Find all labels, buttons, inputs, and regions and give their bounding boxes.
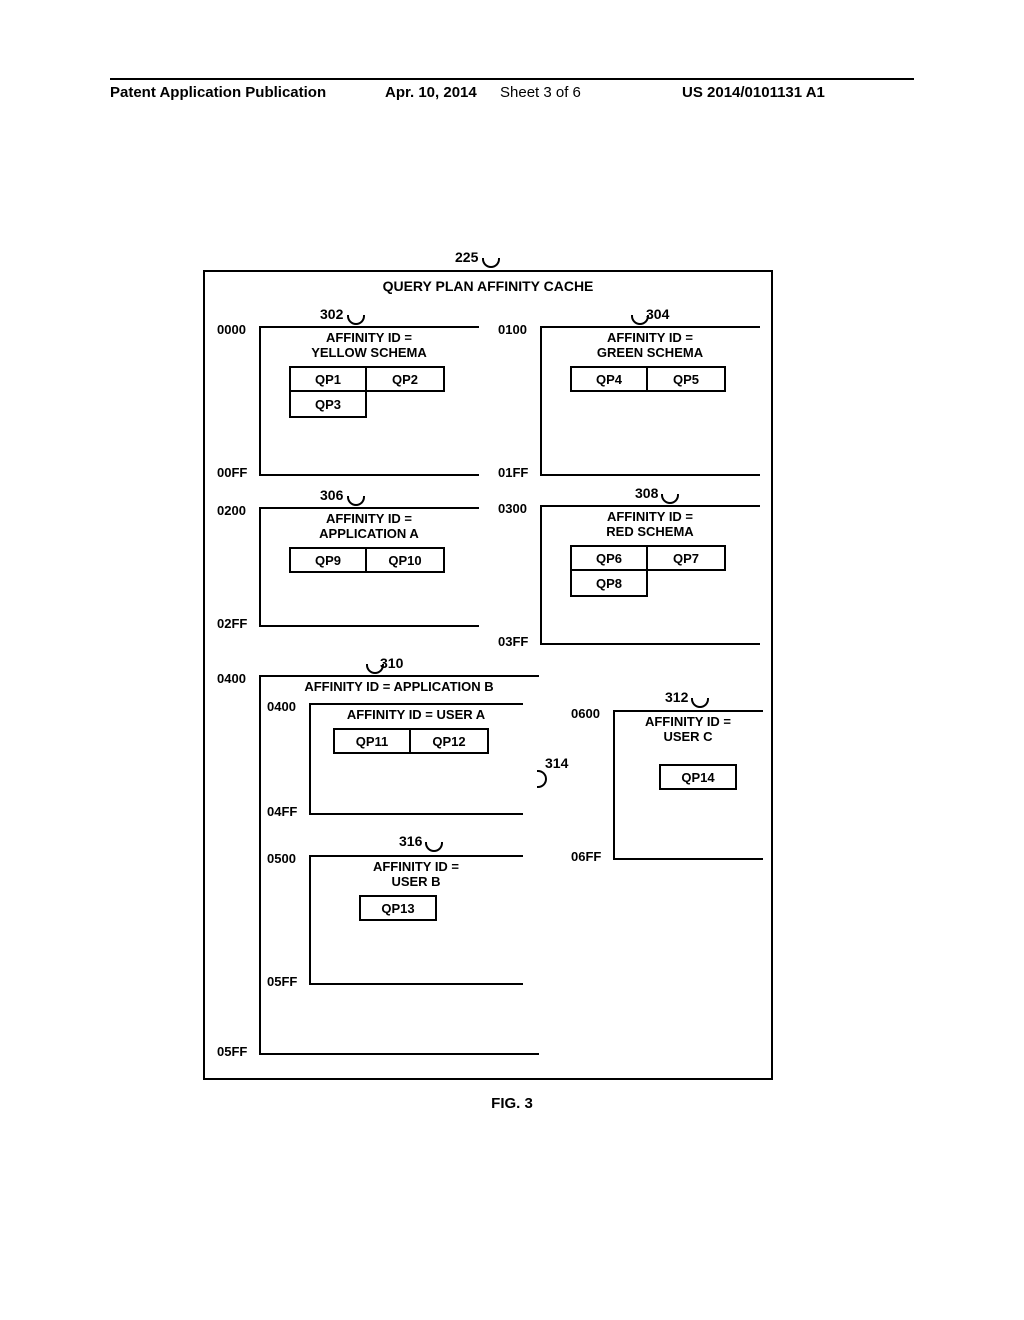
block-frame (259, 326, 479, 476)
block-frame (540, 326, 760, 476)
header-pubno: US 2014/0101131 A1 (682, 84, 825, 101)
ref-304: 304 (646, 306, 669, 322)
addr-0400: 0400 (267, 699, 296, 714)
hook-225-icon (482, 258, 500, 268)
block-frame (613, 710, 763, 860)
query-plan-affinity-cache: QUERY PLAN AFFINITY CACHE 302 0000 00FF … (203, 270, 773, 1080)
addr-02ff: 02FF (217, 616, 247, 631)
ref-306: 306 (320, 487, 343, 503)
hook-302-icon (347, 315, 365, 325)
block-frame (259, 507, 479, 627)
hook-308-icon (661, 494, 679, 504)
block-frame (309, 855, 523, 985)
addr-0100: 0100 (498, 322, 527, 337)
ref-316: 316 (399, 833, 422, 849)
block-yellow-schema: 0000 00FF AFFINITY ID = YELLOW SCHEMA QP… (259, 326, 479, 476)
ref-310: 310 (380, 655, 403, 671)
block-frame (540, 505, 760, 645)
hook-312-icon (691, 698, 709, 708)
cache-title: QUERY PLAN AFFINITY CACHE (205, 278, 771, 294)
header-date: Apr. 10, 2014 (385, 84, 477, 101)
figure-label: FIG. 3 (0, 1095, 1024, 1112)
block-user-a: 0400 04FF AFFINITY ID = USER A QP11 QP12 (309, 703, 523, 815)
addr-0400-outer: 0400 (217, 671, 246, 686)
block-user-c: 0600 06FF AFFINITY ID = USER C QP14 (613, 710, 763, 860)
hook-310-icon (366, 664, 384, 674)
block-user-b: 0500 05FF AFFINITY ID = USER B QP13 (309, 855, 523, 985)
hook-314-icon (537, 770, 547, 788)
hook-306-icon (347, 496, 365, 506)
ref-312: 312 (665, 689, 688, 705)
ref-225: 225 (455, 249, 478, 265)
addr-05ff: 05FF (267, 974, 297, 989)
addr-0300: 0300 (498, 501, 527, 516)
header-sheet: Sheet 3 of 6 (500, 84, 581, 101)
block-frame (309, 703, 523, 815)
ref-302: 302 (320, 306, 343, 322)
ref-314: 314 (545, 755, 568, 771)
block-application-a: 0200 02FF AFFINITY ID = APPLICATION A QP… (259, 507, 479, 627)
addr-01ff: 01FF (498, 465, 528, 480)
header-left: Patent Application Publication (110, 84, 326, 101)
page: Patent Application Publication Apr. 10, … (0, 0, 1024, 1320)
addr-0500: 0500 (267, 851, 296, 866)
hook-304-icon (631, 315, 649, 325)
addr-06ff: 06FF (571, 849, 601, 864)
block-red-schema: 0300 03FF AFFINITY ID = RED SCHEMA QP6 Q… (540, 505, 760, 645)
ref-308: 308 (635, 485, 658, 501)
header-rule (110, 78, 914, 80)
addr-04ff: 04FF (267, 804, 297, 819)
block-application-b: 0400 05FF AFFINITY ID = APPLICATION B 04… (259, 675, 539, 1055)
addr-0200: 0200 (217, 503, 246, 518)
addr-00ff: 00FF (217, 465, 247, 480)
addr-0600: 0600 (571, 706, 600, 721)
block-green-schema: 0100 01FF AFFINITY ID = GREEN SCHEMA QP4… (540, 326, 760, 476)
addr-05ff-outer: 05FF (217, 1044, 247, 1059)
addr-03ff: 03FF (498, 634, 528, 649)
addr-0000: 0000 (217, 322, 246, 337)
